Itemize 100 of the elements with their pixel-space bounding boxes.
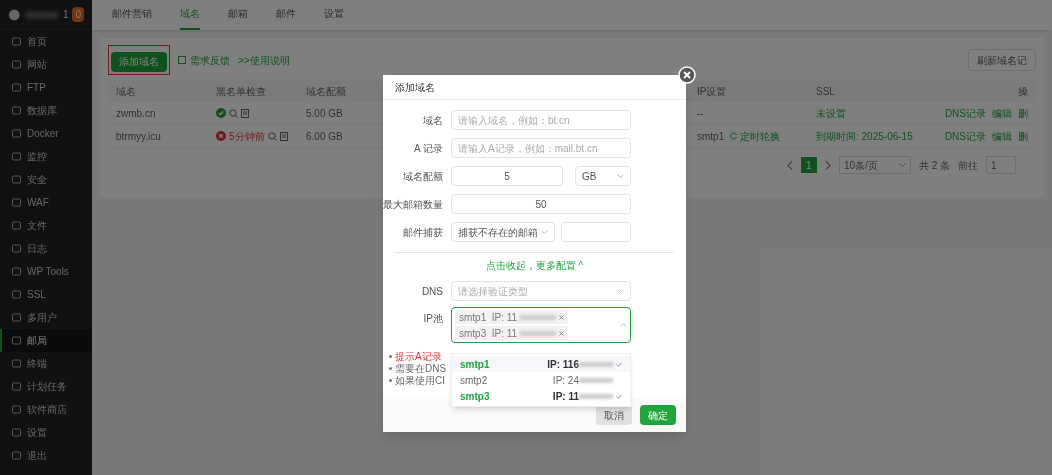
sidebar-item[interactable]: WP Tools xyxy=(0,260,92,283)
document-icon[interactable] xyxy=(241,108,249,118)
table-cell-text: 6.00 GB xyxy=(306,129,343,144)
sidebar-item[interactable]: 设置 xyxy=(0,421,92,444)
ip-pool-select[interactable]: smtp1 IP: 11 smtp3 IP: 11 xyxy=(451,307,631,343)
field-label: 域名 xyxy=(422,113,444,128)
help-link[interactable]: >>使用说明 xyxy=(238,52,290,68)
tab[interactable]: 邮件营销 xyxy=(112,6,152,30)
text-field[interactable]: 请输入域名，例如：bt.cn xyxy=(451,110,631,130)
chevron-right-icon[interactable] xyxy=(824,160,831,170)
menu-item-icon xyxy=(12,267,21,276)
action-link[interactable]: 删 xyxy=(1018,105,1028,121)
sidebar-item[interactable]: 安全 xyxy=(0,168,92,191)
action-link[interactable]: 编辑 xyxy=(992,128,1012,144)
menu-item-icon xyxy=(12,83,21,92)
sidebar-item[interactable]: 网站 xyxy=(0,53,92,76)
field-label: 邮件捕获 xyxy=(402,225,444,240)
bullet-icon xyxy=(389,355,392,358)
field-label: 域名配额 xyxy=(402,169,444,184)
menu-item-icon xyxy=(12,37,21,46)
catch-all-field[interactable] xyxy=(561,222,631,242)
note-text: 提示A记录 xyxy=(395,351,442,362)
text-field[interactable]: 请输入A记录，例如：mail.bt.cn xyxy=(451,138,631,158)
add-domain-button[interactable]: 添加域名 xyxy=(111,51,167,72)
sidebar-item[interactable]: 监控 xyxy=(0,145,92,168)
cancel-button[interactable]: 取消 xyxy=(596,405,632,425)
table-cell-text: smtp1 xyxy=(697,129,725,144)
sidebar-item[interactable]: FTP xyxy=(0,76,92,99)
sidebar-item[interactable]: 首页 xyxy=(0,30,92,53)
menu-item-icon xyxy=(12,313,21,322)
sidebar-item[interactable]: 文件 xyxy=(0,214,92,237)
action-link[interactable]: 编辑 xyxy=(992,105,1012,121)
sidebar-item[interactable]: 终端 xyxy=(0,352,92,375)
catch-all-select[interactable]: 捕获不存在的邮箱 xyxy=(451,222,555,242)
confirm-button[interactable]: 确定 xyxy=(640,405,676,425)
dns-select[interactable]: 请选择验证类型 xyxy=(451,281,631,301)
note-text: 需要在DNS xyxy=(395,363,447,374)
menu-item-icon xyxy=(12,405,21,414)
page-size-select[interactable]: 10条/页 xyxy=(838,156,911,174)
sidebar-item[interactable]: 退出 xyxy=(0,444,92,467)
menu-item-icon xyxy=(12,198,21,207)
sidebar-item[interactable]: SSL xyxy=(0,283,92,306)
sidebar-item[interactable]: 软件商店 xyxy=(0,398,92,421)
dropdown-option[interactable]: smtp2 IP: 24 xyxy=(452,372,630,388)
menu-item-icon xyxy=(12,60,21,69)
sidebar-item[interactable]: 数据库 xyxy=(0,99,92,122)
dropdown-option[interactable]: smtp1 IP: 116 xyxy=(452,356,630,372)
close-icon[interactable] xyxy=(559,314,565,320)
menu-item-icon xyxy=(12,152,21,161)
sidebar-item[interactable]: 多用户 xyxy=(0,306,92,329)
sidebar-item[interactable]: WAF xyxy=(0,191,92,214)
redaction-bar xyxy=(579,393,613,399)
total-count: 共 2 条 xyxy=(918,158,950,173)
sidebar-item[interactable]: Docker xyxy=(0,122,92,145)
menu-item-icon xyxy=(12,428,21,437)
unit-select[interactable]: GB xyxy=(575,166,631,186)
chevron-left-icon[interactable] xyxy=(786,160,793,170)
notification-badge: 0 xyxy=(72,7,84,22)
ip-tag: smtp3 IP: 11 xyxy=(455,326,569,340)
column-header: 域名配额 xyxy=(306,84,346,99)
refresh-icon xyxy=(730,132,739,140)
menu-item-icon xyxy=(12,290,21,299)
action-link[interactable]: 删 xyxy=(1018,128,1028,144)
table-cell-text: 未设置 xyxy=(816,106,846,121)
tab[interactable]: 设置 xyxy=(324,6,344,30)
tab[interactable]: 邮箱 xyxy=(228,6,248,30)
feedback-link[interactable]: 需求反馈 xyxy=(190,52,230,68)
menu-item-icon xyxy=(12,221,21,230)
quota-field[interactable]: 5 xyxy=(451,166,563,186)
close-icon[interactable] xyxy=(559,330,565,336)
search-icon[interactable] xyxy=(229,108,238,118)
dropdown-option[interactable]: smtp3 IP: 11 xyxy=(452,388,630,404)
page-button[interactable]: 1 xyxy=(800,157,817,173)
tab[interactable]: 域名 xyxy=(180,6,200,30)
action-link[interactable]: DNS记录 xyxy=(944,105,986,121)
refresh-records-button[interactable]: 刷新域名记 xyxy=(968,49,1036,71)
sidebar-item[interactable]: 计划任务 xyxy=(0,375,92,398)
goto-label: 前往 xyxy=(958,158,978,173)
note-text: 如果使用CI xyxy=(395,375,445,386)
mailbox-limit-field[interactable]: 50 xyxy=(451,194,631,214)
document-icon[interactable] xyxy=(279,131,288,141)
redaction-bar xyxy=(579,361,613,367)
search-icon[interactable] xyxy=(267,131,277,141)
check-time: 5分钟前 xyxy=(229,129,265,144)
menu-item-icon xyxy=(12,175,21,184)
chevron-down-icon xyxy=(541,230,548,234)
menu-item-icon xyxy=(12,129,21,138)
menu-item-icon xyxy=(12,244,21,253)
goto-page-field[interactable]: 1 xyxy=(986,156,1016,174)
sidebar-item[interactable]: 邮局 xyxy=(0,329,92,352)
table-cell-text: zwmb.cn xyxy=(116,106,156,121)
sidebar-item[interactable]: 日志 xyxy=(0,237,92,260)
chevron-down-icon xyxy=(898,163,906,167)
table-cell-text: btrmyy.icu xyxy=(116,129,161,144)
redaction-bar xyxy=(24,11,59,18)
menu-item-icon xyxy=(12,336,21,345)
toggle-more-link[interactable]: 点击收起，更多配置 ^ xyxy=(485,258,584,273)
avatar-icon xyxy=(8,7,21,22)
tab[interactable]: 邮件 xyxy=(276,6,296,30)
action-link[interactable]: DNS记录 xyxy=(944,128,986,144)
